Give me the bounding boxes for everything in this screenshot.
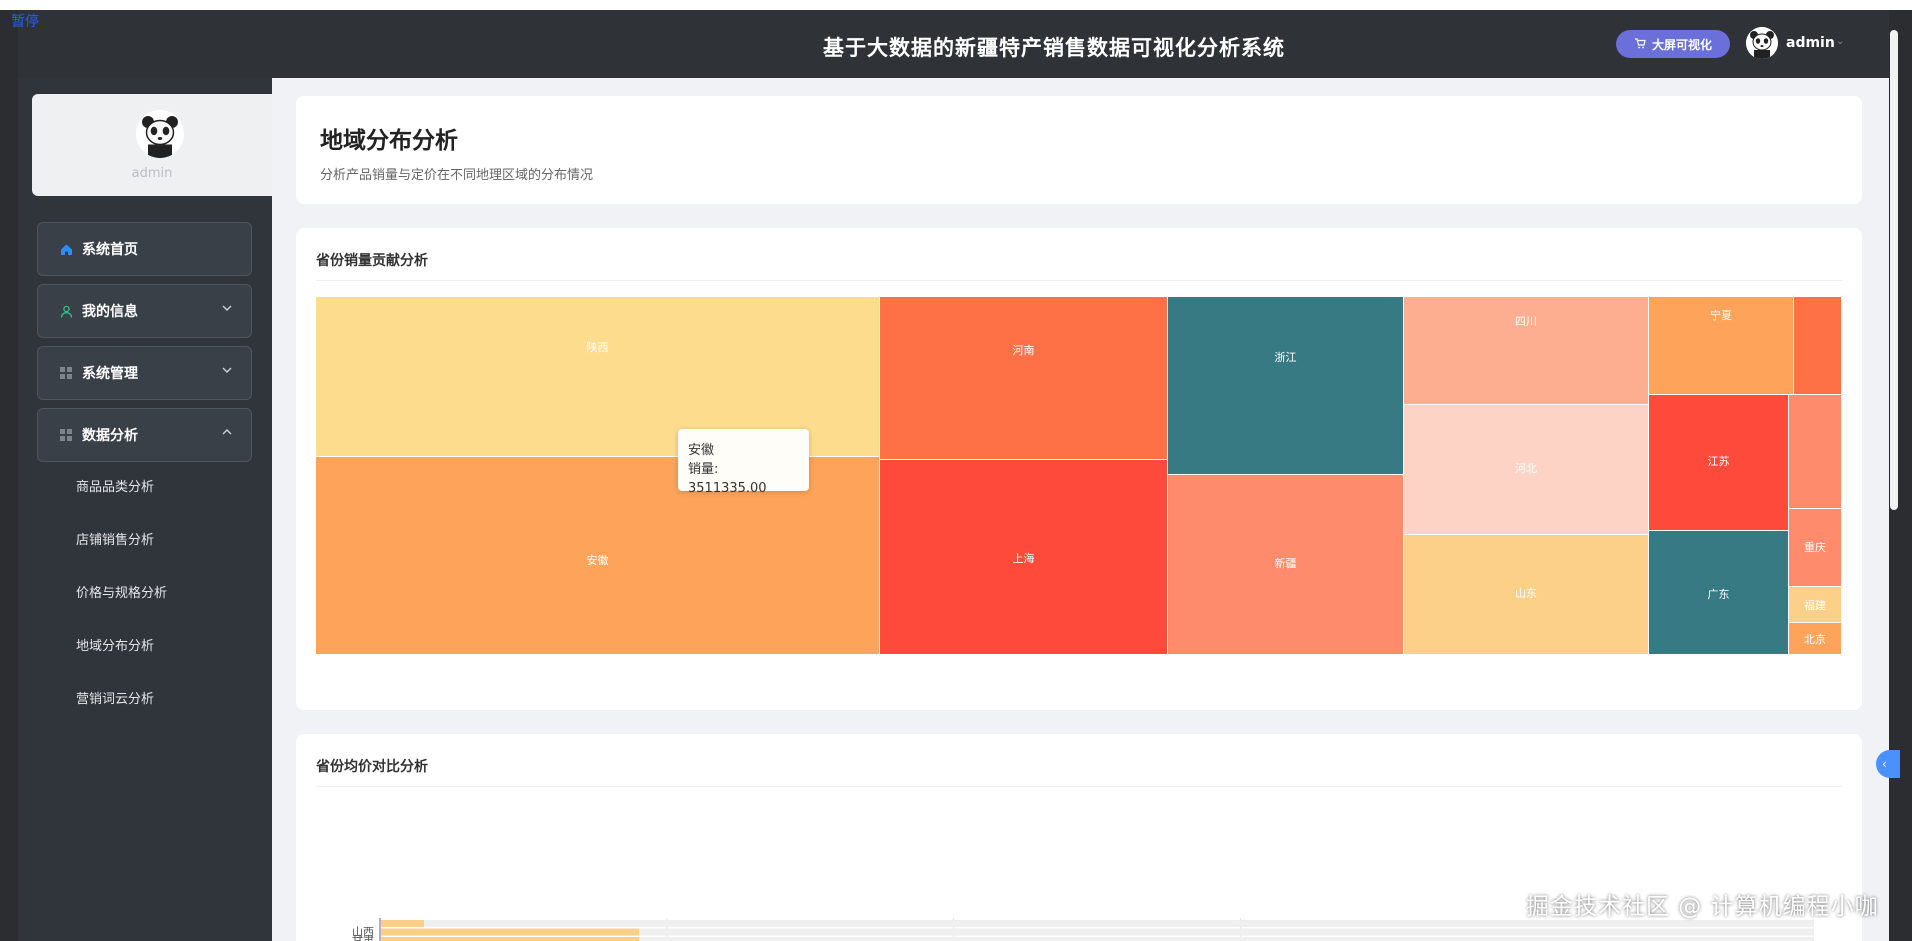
bar[interactable] <box>381 928 640 936</box>
submenu-item-category[interactable]: 商品品类分析 <box>76 476 154 495</box>
page-header-card: 地域分布分析 分析产品销量与定价在不同地理区域的分布情况 <box>296 96 1862 204</box>
treemap-cell-label: 安徽 <box>586 554 609 567</box>
treemap-cell-unlabeled[interactable] <box>1789 395 1842 509</box>
pause-label[interactable]: 暂停 <box>11 11 39 31</box>
treemap-cell-label: 河北 <box>1515 462 1537 475</box>
bigscreen-label: 大屏可视化 <box>1651 37 1712 52</box>
header-avatar[interactable] <box>1746 27 1778 59</box>
profile-name: admin <box>131 166 173 181</box>
treemap-cell[interactable]: 重庆 <box>1789 509 1842 587</box>
treemap-cell-label: 上海 <box>1012 552 1035 565</box>
top-header: 基于大数据的新疆特产销售数据可视化分析系统 大屏可视化 admin ⌄ <box>18 10 1890 78</box>
chart-tooltip: 安徽 销量: 3511335.00 <box>678 429 809 496</box>
grid-icon <box>58 367 74 379</box>
treemap-cell-label: 新疆 <box>1274 557 1297 570</box>
treemap-cell[interactable]: 北京 <box>1789 623 1842 655</box>
home-icon <box>58 243 74 256</box>
chevron-down-icon <box>221 302 233 317</box>
treemap-cell-label: 山东 <box>1515 587 1537 600</box>
treemap-cell[interactable]: 河南 <box>880 297 1168 460</box>
treemap-cell-label: 河南 <box>1012 344 1035 357</box>
menu-item-system-admin[interactable]: 系统管理 <box>37 346 252 400</box>
menu-item-home[interactable]: 系统首页 <box>37 222 252 276</box>
page-description: 分析产品销量与定价在不同地理区域的分布情况 <box>320 168 594 183</box>
page-title: 地域分布分析 <box>320 128 458 154</box>
divider <box>316 786 1842 787</box>
chevron-down-icon <box>221 364 233 379</box>
menu-label: 我的信息 <box>82 304 138 320</box>
treemap-cell-label: 福建 <box>1804 599 1826 612</box>
watermark: 掘金技术社区 @ 计算机编程小咖 <box>1526 894 1879 920</box>
tooltip-metric: 销量: 3511335.00 <box>688 462 767 496</box>
y-tick-label: 甘肃 <box>352 934 374 941</box>
tooltip-name: 安徽 <box>688 443 715 458</box>
cart-icon <box>1634 37 1646 52</box>
province-sales-treemap[interactable]: 陕西安徽 河南上海 浙江新疆 四川河北山东 宁夏江苏广东 重庆福建北京 <box>316 297 1842 655</box>
treemap-cell-unlabeled[interactable] <box>1794 297 1842 395</box>
user-icon <box>58 305 74 318</box>
bar-chart-title: 省份均价对比分析 <box>316 759 428 775</box>
browser-top-strip <box>0 0 1912 10</box>
treemap-cell[interactable]: 广东 <box>1649 531 1789 655</box>
submenu-item-region[interactable]: 地域分布分析 <box>76 635 154 654</box>
menu-label: 系统管理 <box>82 366 138 382</box>
submenu-item-store-sales[interactable]: 店铺销售分析 <box>76 529 154 548</box>
chevron-up-icon <box>221 426 233 441</box>
treemap-cell-label: 浙江 <box>1274 351 1297 364</box>
bigscreen-button[interactable]: 大屏可视化 <box>1616 30 1730 58</box>
bar[interactable] <box>381 920 425 927</box>
treemap-title: 省份销量贡献分析 <box>316 253 428 269</box>
divider <box>316 280 1842 281</box>
main-content: 地域分布分析 分析产品销量与定价在不同地理区域的分布情况 省份销量贡献分析 陕西… <box>272 78 1890 941</box>
treemap-cell[interactable]: 新疆 <box>1168 475 1404 655</box>
submenu-item-price-spec[interactable]: 价格与规格分析 <box>76 582 167 601</box>
bar-track <box>381 920 1814 927</box>
treemap-cell[interactable]: 宁夏 <box>1649 297 1794 395</box>
bar[interactable] <box>381 937 640 941</box>
avatar[interactable] <box>136 110 184 158</box>
menu-label: 数据分析 <box>82 428 138 444</box>
profile-card: admin <box>32 94 272 196</box>
treemap-cell-label: 广东 <box>1707 588 1730 601</box>
treemap-cell-label: 四川 <box>1515 315 1537 328</box>
treemap-cell[interactable]: 上海 <box>880 460 1168 655</box>
treemap-cell-label: 北京 <box>1804 633 1826 646</box>
submenu-item-wordcloud[interactable]: 营销词云分析 <box>76 688 154 707</box>
treemap-cell[interactable]: 山东 <box>1404 535 1649 655</box>
menu-label: 系统首页 <box>82 242 138 258</box>
app-frame: 基于大数据的新疆特产销售数据可视化分析系统 大屏可视化 admin ⌄ admi… <box>18 10 1890 941</box>
menu-item-my-info[interactable]: 我的信息 <box>37 284 252 338</box>
window-scrollbar-thumb[interactable] <box>1890 30 1898 510</box>
treemap-card: 省份销量贡献分析 陕西 安徽 河南 上海 浙江 新疆 四川 河北 山东 宁夏 江苏 广东 重庆 福建 北京 … <box>296 228 1862 710</box>
treemap-cell-label: 宁夏 <box>1710 309 1732 322</box>
menu-item-data-analysis[interactable]: 数据分析 <box>37 408 252 462</box>
system-title: 基于大数据的新疆特产销售数据可视化分析系统 <box>823 36 1285 60</box>
sidebar: admin 系统首页 我的信息 系统管理 数据分析 商品品类分析 店铺销售分析 … <box>18 78 272 941</box>
chevron-down-icon[interactable]: ⌄ <box>1836 36 1844 47</box>
treemap-cell-label: 江苏 <box>1707 455 1730 468</box>
province-avg-price-bar-chart[interactable]: 山西甘肃内蒙古重庆 <box>316 809 1816 941</box>
grid-icon <box>58 429 74 441</box>
treemap-cell[interactable]: 福建 <box>1789 587 1842 623</box>
treemap-cell[interactable]: 河北 <box>1404 405 1649 535</box>
header-username[interactable]: admin <box>1786 35 1835 51</box>
collapse-handle-icon[interactable]: ‹ <box>1876 750 1900 778</box>
treemap-cell-label: 重庆 <box>1804 541 1826 554</box>
treemap-cell[interactable]: 江苏 <box>1649 395 1789 531</box>
treemap-cell-label: 陕西 <box>586 341 609 354</box>
treemap-cell[interactable]: 浙江 <box>1168 297 1404 475</box>
treemap-cell[interactable]: 四川 <box>1404 297 1649 405</box>
